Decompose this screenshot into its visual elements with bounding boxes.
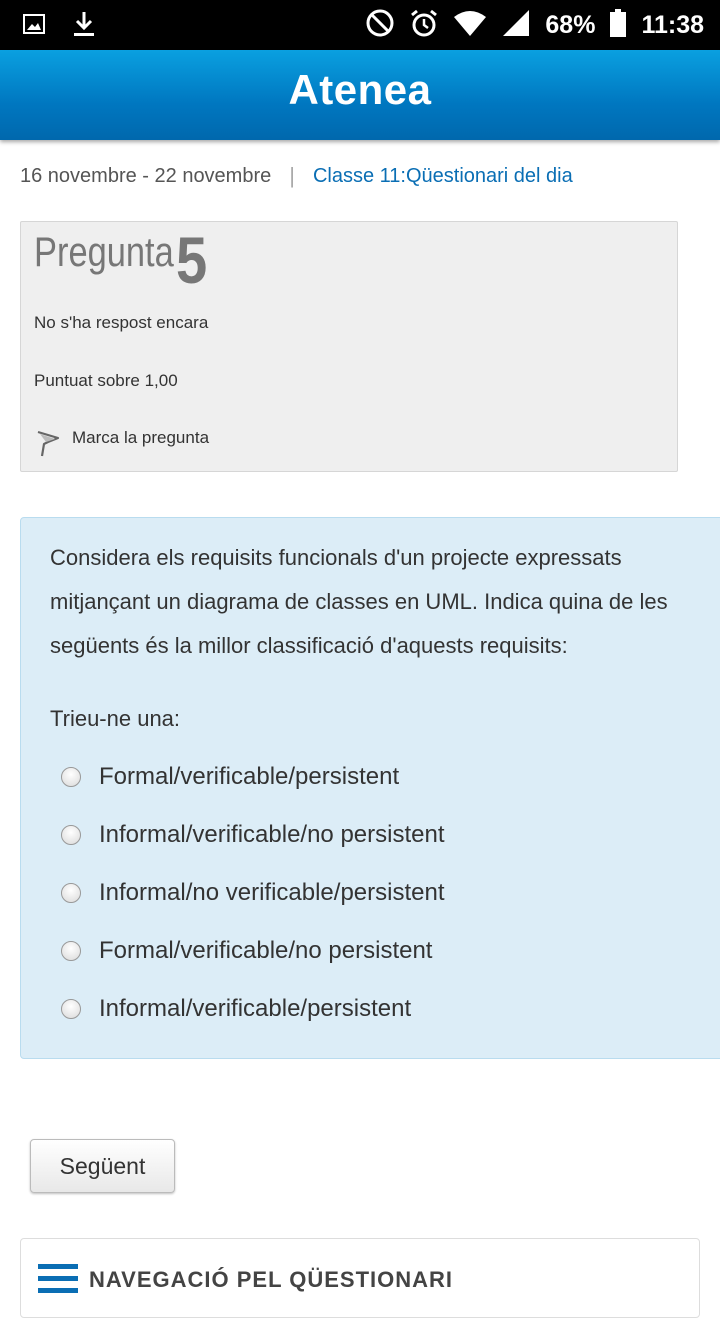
answer-label[interactable]: Formal/verificable/no persistent bbox=[99, 937, 432, 965]
radio-button[interactable] bbox=[61, 941, 81, 961]
signal-icon bbox=[501, 9, 531, 42]
radio-button[interactable] bbox=[61, 999, 81, 1019]
app-bar: Atenea bbox=[0, 50, 720, 140]
do-not-disturb-icon bbox=[365, 8, 395, 43]
image-icon bbox=[22, 12, 46, 41]
answer-prompt: Trieu-ne una: bbox=[50, 706, 181, 731]
answer-label[interactable]: Formal/verificable/persistent bbox=[99, 763, 399, 791]
answer-option[interactable]: Formal/verificable/no persistent bbox=[61, 930, 445, 988]
question-number: 5 bbox=[176, 223, 208, 297]
battery-percentage: 68% bbox=[545, 10, 596, 39]
breadcrumb: 16 novembre - 22 novembre | Classe 11:Qü… bbox=[20, 163, 573, 189]
battery-icon bbox=[609, 8, 627, 43]
answer-option[interactable]: Formal/verificable/persistent bbox=[61, 756, 445, 814]
question-heading: Pregunta 5 bbox=[34, 223, 207, 297]
question-label: Pregunta bbox=[34, 228, 174, 275]
flag-icon[interactable] bbox=[35, 430, 61, 463]
answer-list: Formal/verificable/persistent Informal/v… bbox=[61, 756, 445, 1046]
radio-button[interactable] bbox=[61, 883, 81, 903]
app-title[interactable]: Atenea bbox=[0, 66, 720, 114]
breadcrumb-separator: | bbox=[289, 163, 295, 188]
breadcrumb-current-link[interactable]: Classe 11:Qüestionari del dia bbox=[313, 165, 573, 188]
radio-button[interactable] bbox=[61, 825, 81, 845]
question-text: Considera els requisits funcionals d'un … bbox=[50, 545, 668, 658]
wifi-icon bbox=[453, 9, 487, 42]
question-content: Considera els requisits funcionals d'un … bbox=[20, 517, 720, 1059]
question-grade: Puntuat sobre 1,00 bbox=[34, 371, 178, 390]
answer-option[interactable]: Informal/verificable/no persistent bbox=[61, 814, 445, 872]
question-status: No s'ha respost encara bbox=[34, 313, 209, 332]
question-info-panel: Pregunta 5 No s'ha respost encara Puntua… bbox=[20, 221, 678, 472]
navigation-title: NAVEGACIÓ PEL QÜESTIONARI bbox=[89, 1267, 454, 1292]
clock: 11:38 bbox=[641, 10, 704, 39]
answer-option[interactable]: Informal/no verificable/persistent bbox=[61, 872, 445, 930]
alarm-icon bbox=[409, 8, 439, 43]
breadcrumb-date-range[interactable]: 16 novembre - 22 novembre bbox=[20, 165, 271, 188]
answer-label[interactable]: Informal/no verificable/persistent bbox=[99, 879, 445, 907]
radio-button[interactable] bbox=[61, 767, 81, 787]
answer-option[interactable]: Informal/verificable/persistent bbox=[61, 988, 445, 1046]
next-button[interactable]: Següent bbox=[30, 1139, 175, 1193]
answer-label[interactable]: Informal/verificable/persistent bbox=[99, 995, 411, 1023]
quiz-navigation-block: NAVEGACIÓ PEL QÜESTIONARI bbox=[20, 1238, 700, 1318]
download-icon bbox=[72, 10, 96, 43]
answer-label[interactable]: Informal/verificable/no persistent bbox=[99, 821, 445, 849]
flag-question-link[interactable]: Marca la pregunta bbox=[72, 428, 209, 448]
status-bar: 68% 11:38 bbox=[0, 0, 720, 50]
menu-icon[interactable] bbox=[38, 1264, 78, 1299]
